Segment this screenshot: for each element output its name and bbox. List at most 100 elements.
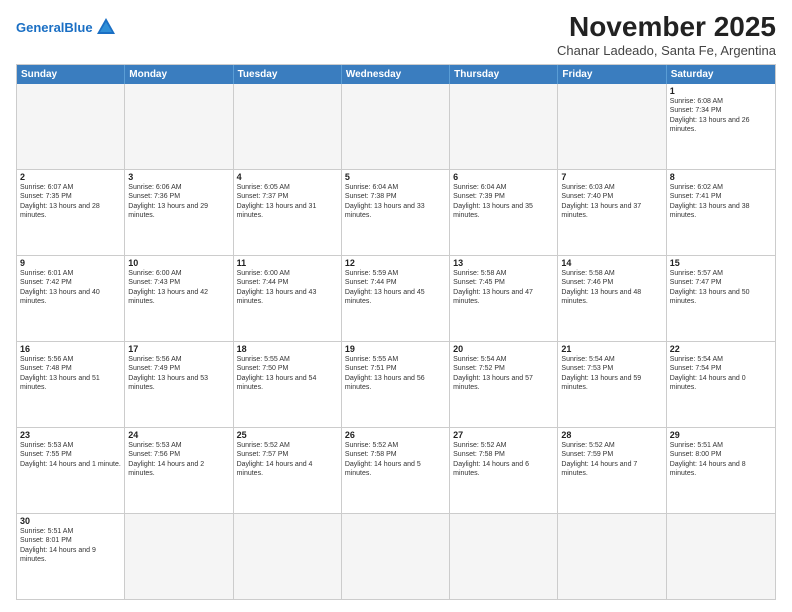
- day-number: 24: [128, 430, 229, 440]
- day-number: 28: [561, 430, 662, 440]
- day-info: Sunrise: 5:58 AM Sunset: 7:45 PM Dayligh…: [453, 269, 554, 307]
- day-info: Sunrise: 5:52 AM Sunset: 7:58 PM Dayligh…: [345, 441, 446, 479]
- day-info: Sunrise: 6:06 AM Sunset: 7:36 PM Dayligh…: [128, 183, 229, 221]
- calendar-cell: 29Sunrise: 5:51 AM Sunset: 8:00 PM Dayli…: [667, 428, 775, 513]
- calendar-cell: [667, 514, 775, 599]
- calendar-cell: 15Sunrise: 5:57 AM Sunset: 7:47 PM Dayli…: [667, 256, 775, 341]
- day-number: 21: [561, 344, 662, 354]
- day-info: Sunrise: 6:01 AM Sunset: 7:42 PM Dayligh…: [20, 269, 121, 307]
- calendar-cell: 27Sunrise: 5:52 AM Sunset: 7:58 PM Dayli…: [450, 428, 558, 513]
- day-number: 23: [20, 430, 121, 440]
- day-number: 4: [237, 172, 338, 182]
- calendar-cell: 25Sunrise: 5:52 AM Sunset: 7:57 PM Dayli…: [234, 428, 342, 513]
- calendar-cell: 26Sunrise: 5:52 AM Sunset: 7:58 PM Dayli…: [342, 428, 450, 513]
- day-number: 29: [670, 430, 772, 440]
- day-info: Sunrise: 5:51 AM Sunset: 8:01 PM Dayligh…: [20, 527, 121, 565]
- day-number: 15: [670, 258, 772, 268]
- calendar-cell: [234, 514, 342, 599]
- logo-text: GeneralBlue: [16, 21, 93, 34]
- cal-header-friday: Friday: [558, 65, 666, 84]
- day-number: 18: [237, 344, 338, 354]
- calendar-cell: 1Sunrise: 6:08 AM Sunset: 7:34 PM Daylig…: [667, 84, 775, 169]
- day-number: 25: [237, 430, 338, 440]
- calendar-cell: 18Sunrise: 5:55 AM Sunset: 7:50 PM Dayli…: [234, 342, 342, 427]
- day-info: Sunrise: 5:53 AM Sunset: 7:56 PM Dayligh…: [128, 441, 229, 479]
- day-info: Sunrise: 5:59 AM Sunset: 7:44 PM Dayligh…: [345, 269, 446, 307]
- calendar-header: SundayMondayTuesdayWednesdayThursdayFrid…: [17, 65, 775, 84]
- calendar-cell: 30Sunrise: 5:51 AM Sunset: 8:01 PM Dayli…: [17, 514, 125, 599]
- day-info: Sunrise: 5:51 AM Sunset: 8:00 PM Dayligh…: [670, 441, 772, 479]
- calendar-cell: 4Sunrise: 6:05 AM Sunset: 7:37 PM Daylig…: [234, 170, 342, 255]
- day-info: Sunrise: 5:54 AM Sunset: 7:52 PM Dayligh…: [453, 355, 554, 393]
- day-info: Sunrise: 5:52 AM Sunset: 7:59 PM Dayligh…: [561, 441, 662, 479]
- calendar-cell: 9Sunrise: 6:01 AM Sunset: 7:42 PM Daylig…: [17, 256, 125, 341]
- logo-icon: [95, 16, 117, 38]
- day-number: 20: [453, 344, 554, 354]
- day-info: Sunrise: 5:54 AM Sunset: 7:53 PM Dayligh…: [561, 355, 662, 393]
- day-number: 9: [20, 258, 121, 268]
- subtitle: Chanar Ladeado, Santa Fe, Argentina: [557, 43, 776, 58]
- day-info: Sunrise: 5:56 AM Sunset: 7:48 PM Dayligh…: [20, 355, 121, 393]
- day-number: 30: [20, 516, 121, 526]
- calendar-cell: 6Sunrise: 6:04 AM Sunset: 7:39 PM Daylig…: [450, 170, 558, 255]
- calendar-body: 1Sunrise: 6:08 AM Sunset: 7:34 PM Daylig…: [17, 84, 775, 599]
- calendar-cell: 8Sunrise: 6:02 AM Sunset: 7:41 PM Daylig…: [667, 170, 775, 255]
- cal-header-wednesday: Wednesday: [342, 65, 450, 84]
- day-number: 8: [670, 172, 772, 182]
- calendar-cell: 24Sunrise: 5:53 AM Sunset: 7:56 PM Dayli…: [125, 428, 233, 513]
- calendar-cell: 3Sunrise: 6:06 AM Sunset: 7:36 PM Daylig…: [125, 170, 233, 255]
- day-number: 14: [561, 258, 662, 268]
- day-number: 3: [128, 172, 229, 182]
- day-number: 10: [128, 258, 229, 268]
- calendar-cell: [342, 84, 450, 169]
- calendar-cell: [450, 514, 558, 599]
- calendar-cell: [125, 84, 233, 169]
- cal-header-monday: Monday: [125, 65, 233, 84]
- day-number: 5: [345, 172, 446, 182]
- day-info: Sunrise: 6:04 AM Sunset: 7:38 PM Dayligh…: [345, 183, 446, 221]
- cal-header-thursday: Thursday: [450, 65, 558, 84]
- logo: GeneralBlue: [16, 12, 117, 38]
- day-number: 13: [453, 258, 554, 268]
- calendar-cell: [125, 514, 233, 599]
- logo-general: General: [16, 20, 64, 35]
- calendar-cell: 22Sunrise: 5:54 AM Sunset: 7:54 PM Dayli…: [667, 342, 775, 427]
- calendar-row-4: 16Sunrise: 5:56 AM Sunset: 7:48 PM Dayli…: [17, 341, 775, 427]
- day-number: 2: [20, 172, 121, 182]
- calendar-row-6: 30Sunrise: 5:51 AM Sunset: 8:01 PM Dayli…: [17, 513, 775, 599]
- day-info: Sunrise: 6:07 AM Sunset: 7:35 PM Dayligh…: [20, 183, 121, 221]
- month-title: November 2025: [557, 12, 776, 43]
- day-number: 12: [345, 258, 446, 268]
- calendar-row-5: 23Sunrise: 5:53 AM Sunset: 7:55 PM Dayli…: [17, 427, 775, 513]
- calendar-cell: 17Sunrise: 5:56 AM Sunset: 7:49 PM Dayli…: [125, 342, 233, 427]
- day-info: Sunrise: 5:53 AM Sunset: 7:55 PM Dayligh…: [20, 441, 121, 469]
- day-info: Sunrise: 6:08 AM Sunset: 7:34 PM Dayligh…: [670, 97, 772, 135]
- calendar-cell: [342, 514, 450, 599]
- calendar-cell: 28Sunrise: 5:52 AM Sunset: 7:59 PM Dayli…: [558, 428, 666, 513]
- day-info: Sunrise: 6:03 AM Sunset: 7:40 PM Dayligh…: [561, 183, 662, 221]
- cal-header-tuesday: Tuesday: [234, 65, 342, 84]
- day-info: Sunrise: 6:00 AM Sunset: 7:44 PM Dayligh…: [237, 269, 338, 307]
- cal-header-saturday: Saturday: [667, 65, 775, 84]
- day-number: 7: [561, 172, 662, 182]
- calendar-cell: 23Sunrise: 5:53 AM Sunset: 7:55 PM Dayli…: [17, 428, 125, 513]
- calendar-cell: 7Sunrise: 6:03 AM Sunset: 7:40 PM Daylig…: [558, 170, 666, 255]
- calendar-cell: 16Sunrise: 5:56 AM Sunset: 7:48 PM Dayli…: [17, 342, 125, 427]
- day-info: Sunrise: 5:56 AM Sunset: 7:49 PM Dayligh…: [128, 355, 229, 393]
- logo-blue: Blue: [64, 20, 92, 35]
- calendar-cell: [558, 514, 666, 599]
- cal-header-sunday: Sunday: [17, 65, 125, 84]
- day-info: Sunrise: 5:54 AM Sunset: 7:54 PM Dayligh…: [670, 355, 772, 393]
- day-info: Sunrise: 6:00 AM Sunset: 7:43 PM Dayligh…: [128, 269, 229, 307]
- calendar-cell: 21Sunrise: 5:54 AM Sunset: 7:53 PM Dayli…: [558, 342, 666, 427]
- calendar-cell: 11Sunrise: 6:00 AM Sunset: 7:44 PM Dayli…: [234, 256, 342, 341]
- day-info: Sunrise: 5:58 AM Sunset: 7:46 PM Dayligh…: [561, 269, 662, 307]
- day-number: 16: [20, 344, 121, 354]
- calendar-row-1: 1Sunrise: 6:08 AM Sunset: 7:34 PM Daylig…: [17, 84, 775, 169]
- calendar-cell: 12Sunrise: 5:59 AM Sunset: 7:44 PM Dayli…: [342, 256, 450, 341]
- day-info: Sunrise: 6:05 AM Sunset: 7:37 PM Dayligh…: [237, 183, 338, 221]
- calendar: SundayMondayTuesdayWednesdayThursdayFrid…: [16, 64, 776, 600]
- day-number: 11: [237, 258, 338, 268]
- day-number: 27: [453, 430, 554, 440]
- calendar-cell: 19Sunrise: 5:55 AM Sunset: 7:51 PM Dayli…: [342, 342, 450, 427]
